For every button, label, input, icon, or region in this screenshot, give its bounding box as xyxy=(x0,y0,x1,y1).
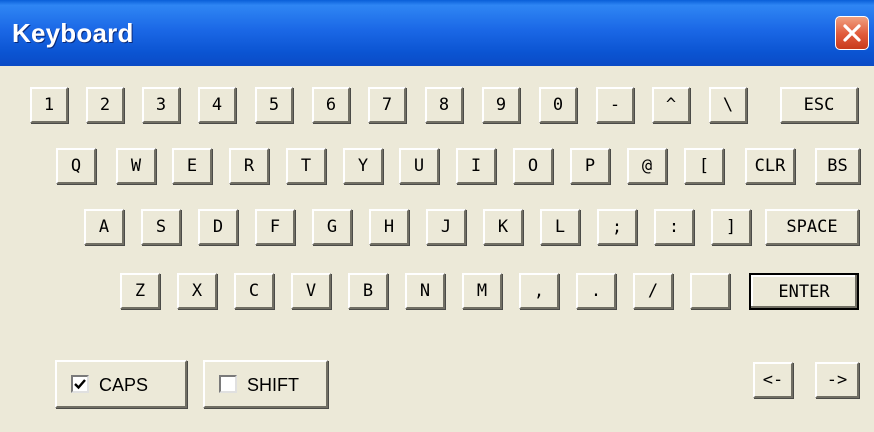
key-r[interactable]: R xyxy=(229,148,269,184)
key-q[interactable]: Q xyxy=(56,148,96,184)
key-b[interactable]: B xyxy=(348,273,388,309)
cursor-left-button[interactable]: <- xyxy=(753,362,793,398)
key-k[interactable]: K xyxy=(483,209,523,245)
key-backslash[interactable]: \ xyxy=(709,87,747,123)
close-button[interactable] xyxy=(835,16,869,50)
caps-checkbox[interactable] xyxy=(71,375,89,393)
key-f[interactable]: F xyxy=(255,209,295,245)
keyboard-window: Keyboard 1 2 3 4 5 6 7 8 9 0 - ^ \ ESC Q… xyxy=(0,0,874,432)
key-e[interactable]: E xyxy=(172,148,212,184)
key-bracket-left[interactable]: [ xyxy=(684,148,724,184)
key-2[interactable]: 2 xyxy=(86,87,124,123)
key-comma[interactable]: , xyxy=(519,273,559,309)
key-at[interactable]: @ xyxy=(627,148,667,184)
key-9[interactable]: 9 xyxy=(482,87,520,123)
key-semicolon[interactable]: ; xyxy=(597,209,637,245)
cursor-right-button[interactable]: -> xyxy=(815,362,859,398)
caps-label: CAPS xyxy=(99,375,149,395)
key-1[interactable]: 1 xyxy=(30,87,68,123)
key-3[interactable]: 3 xyxy=(142,87,180,123)
key-s[interactable]: S xyxy=(141,209,181,245)
key-h[interactable]: H xyxy=(369,209,409,245)
checkmark-icon xyxy=(74,379,86,390)
caps-toggle[interactable]: CAPS xyxy=(55,360,187,408)
key-y[interactable]: Y xyxy=(343,148,383,184)
key-v[interactable]: V xyxy=(291,273,331,309)
key-t[interactable]: T xyxy=(286,148,326,184)
key-p[interactable]: P xyxy=(570,148,610,184)
key-slash[interactable]: / xyxy=(633,273,673,309)
key-esc[interactable]: ESC xyxy=(780,87,858,123)
key-c[interactable]: C xyxy=(234,273,274,309)
key-minus[interactable]: - xyxy=(596,87,634,123)
key-n[interactable]: N xyxy=(405,273,445,309)
key-colon[interactable]: : xyxy=(654,209,694,245)
title-bar[interactable]: Keyboard xyxy=(0,0,874,66)
close-icon xyxy=(843,24,861,42)
key-7[interactable]: 7 xyxy=(368,87,406,123)
key-w[interactable]: W xyxy=(116,148,156,184)
key-enter[interactable]: ENTER xyxy=(749,273,859,310)
key-z[interactable]: Z xyxy=(120,273,160,309)
key-clr[interactable]: CLR xyxy=(745,148,795,184)
key-o[interactable]: O xyxy=(513,148,553,184)
key-g[interactable]: G xyxy=(312,209,352,245)
shift-checkbox[interactable] xyxy=(219,375,237,393)
key-8[interactable]: 8 xyxy=(425,87,463,123)
key-x[interactable]: X xyxy=(177,273,217,309)
key-l[interactable]: L xyxy=(540,209,580,245)
key-j[interactable]: J xyxy=(426,209,466,245)
shift-toggle[interactable]: SHIFT xyxy=(203,360,328,408)
key-i[interactable]: I xyxy=(456,148,496,184)
shift-label: SHIFT xyxy=(247,375,299,395)
key-6[interactable]: 6 xyxy=(312,87,350,123)
key-0[interactable]: 0 xyxy=(539,87,577,123)
key-blank[interactable] xyxy=(690,273,730,309)
key-bracket-right[interactable]: ] xyxy=(711,209,751,245)
key-m[interactable]: M xyxy=(462,273,502,309)
key-u[interactable]: U xyxy=(399,148,439,184)
key-period[interactable]: . xyxy=(576,273,616,309)
key-a[interactable]: A xyxy=(84,209,124,245)
key-4[interactable]: 4 xyxy=(198,87,236,123)
key-space[interactable]: SPACE xyxy=(765,209,859,245)
window-title: Keyboard xyxy=(12,18,134,48)
key-d[interactable]: D xyxy=(198,209,238,245)
key-5[interactable]: 5 xyxy=(255,87,293,123)
key-bs[interactable]: BS xyxy=(815,148,860,184)
key-caret[interactable]: ^ xyxy=(652,87,690,123)
